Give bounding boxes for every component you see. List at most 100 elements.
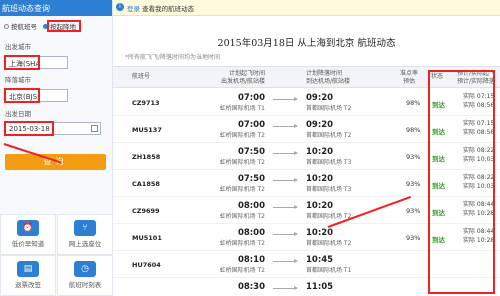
arrow-right-icon	[273, 205, 298, 209]
header-dep: 计划起飞时间 出发机场/航站楼	[220, 70, 265, 85]
highlight-box-status	[428, 70, 495, 294]
ontime-rate: 98%	[406, 126, 421, 134]
time-note: *所有航飞飞/降落时间均为当地时间	[125, 54, 221, 61]
arr-time: 10:20	[306, 228, 334, 238]
dep-time: 07:00	[237, 93, 265, 103]
panel-title: 航班动态查询	[0, 0, 112, 16]
tile-timetable[interactable]: ◷ 航班时刻表	[57, 255, 113, 296]
header-flight-no: 航班号	[132, 73, 151, 80]
timetable-icon: ◷	[74, 261, 96, 277]
arr-airport: 首都国际机场 T3	[306, 159, 352, 166]
dep-block: 08:10 虹桥国际机场 T2	[203, 255, 265, 274]
arr-block: 10:20 首都国际机场 T3	[306, 174, 386, 193]
calendar-icon[interactable]	[91, 125, 98, 132]
tile-label: 网上选座位	[68, 240, 102, 248]
dep-city-label: 出发城市	[5, 43, 31, 51]
alarm-clock-icon: ⏰	[17, 220, 39, 236]
arr-airport: 首都国际机场 T3	[306, 186, 352, 193]
ticket-icon: ▤	[17, 261, 39, 277]
tile-label: 航班时刻表	[68, 281, 102, 289]
dep-time: 08:10	[237, 255, 265, 265]
dep-block: 07:50 虹桥国际机场 T2	[203, 174, 265, 193]
highlight-box-date	[4, 121, 54, 136]
ontime-rate: 93%	[406, 180, 421, 188]
highlight-box-arr	[4, 88, 40, 103]
notice-bar: i 登录 查看我的航班动态	[113, 0, 500, 16]
header-arr: 计划降落时间 到达机场/航站楼	[306, 70, 351, 85]
arrow-right-icon	[273, 232, 298, 236]
dep-time: 07:50	[237, 147, 265, 157]
dep-block: 08:00 虹桥国际机场 T2	[203, 201, 265, 220]
arrow-right-icon	[273, 151, 298, 155]
dep-airport: 虹桥国际机场 T2	[219, 186, 265, 193]
flight-number[interactable]: CZ9699	[132, 207, 160, 215]
arr-airport: 首都国际机场 T1	[306, 267, 352, 274]
tile-select-seat[interactable]: ⑂ 网上选座位	[57, 214, 113, 255]
dep-time: 08:00	[237, 228, 265, 238]
arrow-right-icon	[273, 259, 298, 263]
search-by-flight-option[interactable]: 按航班号	[4, 21, 37, 31]
ontime-rate: 93%	[406, 234, 421, 242]
header-ontime: 准点率 预估	[400, 70, 419, 85]
page-title: 2015年03月18日 从上海到北京 航班动态	[217, 38, 396, 49]
dep-block: 08:00 虹桥国际机场 T2	[203, 228, 265, 247]
dep-airport: 虹桥国际机场 T2	[219, 267, 265, 274]
ontime-rate: 98%	[406, 99, 421, 107]
arrow-right-icon	[273, 124, 298, 128]
highlight-box-route	[47, 20, 81, 32]
flight-number[interactable]: MU5137	[132, 126, 162, 134]
arr-time: 11:05	[306, 282, 334, 292]
tile-low-price[interactable]: ⏰ 低价早知道	[0, 214, 56, 255]
dep-block: 07:50 虹桥国际机场 T2	[203, 147, 265, 166]
dep-time: 08:30	[237, 282, 265, 292]
arr-time: 10:45	[306, 255, 334, 265]
arrow-right-icon	[273, 97, 298, 101]
seat-icon: ⑂	[74, 220, 96, 236]
info-icon: i	[116, 3, 124, 11]
arr-block: 10:20 首都国际机场 T3	[306, 147, 386, 166]
arr-block: 10:20 首都国际机场 T2	[306, 228, 386, 247]
dep-time: 07:00	[237, 120, 265, 130]
tile-label: 低价早知道	[11, 240, 45, 248]
arrow-right-icon	[273, 178, 298, 182]
dep-airport: 虹桥国际机场 T1	[219, 105, 265, 112]
dep-time: 08:00	[237, 201, 265, 211]
ontime-rate: 93%	[406, 207, 421, 215]
arr-time: 10:20	[306, 147, 334, 157]
arr-time: 09:20	[306, 93, 334, 103]
date-label: 出发日期	[5, 110, 31, 118]
dep-time: 07:50	[237, 174, 265, 184]
notice-message: 查看我的航班动态	[142, 5, 195, 13]
ontime-rate: 93%	[406, 153, 421, 161]
radio-icon[interactable]	[4, 23, 9, 29]
login-link[interactable]: 登录	[127, 5, 140, 13]
dep-airport: 虹桥国际机场 T2	[219, 240, 265, 247]
highlight-box-dep	[4, 55, 40, 70]
arrow-right-icon	[273, 286, 298, 290]
tile-label: 退票改签	[15, 281, 41, 289]
dep-airport: 虹桥国际机场 T2	[219, 213, 265, 220]
arr-block: 09:20 首都国际机场 T2	[306, 93, 386, 112]
arr-block: 10:45 首都国际机场 T1	[306, 255, 386, 274]
dep-airport: 虹桥国际机场 T2	[219, 132, 265, 139]
dep-block: 07:00 虹桥国际机场 T1	[203, 93, 265, 112]
shortcut-grid: ⏰ 低价早知道 ⑂ 网上选座位 ▤ 退票改签 ◷ 航班时刻表	[0, 214, 113, 296]
dep-airport: 虹桥国际机场 T2	[219, 159, 265, 166]
arr-time: 09:20	[306, 120, 334, 130]
arr-airport: 首都国际机场 T2	[306, 132, 352, 139]
arr-block: 11:05	[306, 282, 386, 292]
tile-refund[interactable]: ▤ 退票改签	[0, 255, 56, 296]
dep-block: 07:00 虹桥国际机场 T2	[203, 120, 265, 139]
flight-number[interactable]: CA1858	[132, 180, 160, 188]
arr-city-label: 降落城市	[5, 76, 31, 84]
arr-time: 10:20	[306, 174, 334, 184]
flight-number[interactable]: HU7604	[132, 261, 161, 269]
flight-number[interactable]: CZ9713	[132, 99, 160, 107]
flight-number[interactable]: MU5101	[132, 234, 162, 242]
flight-number[interactable]: ZH1858	[132, 153, 160, 161]
arr-block: 09:20 首都国际机场 T2	[306, 120, 386, 139]
arr-airport: 首都国际机场 T2	[306, 105, 352, 112]
search-panel: 航班动态查询 按航班号 按起降地 出发城市 上海(SHA 降落城市 北京(BJS…	[0, 0, 113, 296]
search-by-flight-label: 按航班号	[11, 23, 37, 31]
dep-block: 08:30	[203, 282, 265, 292]
